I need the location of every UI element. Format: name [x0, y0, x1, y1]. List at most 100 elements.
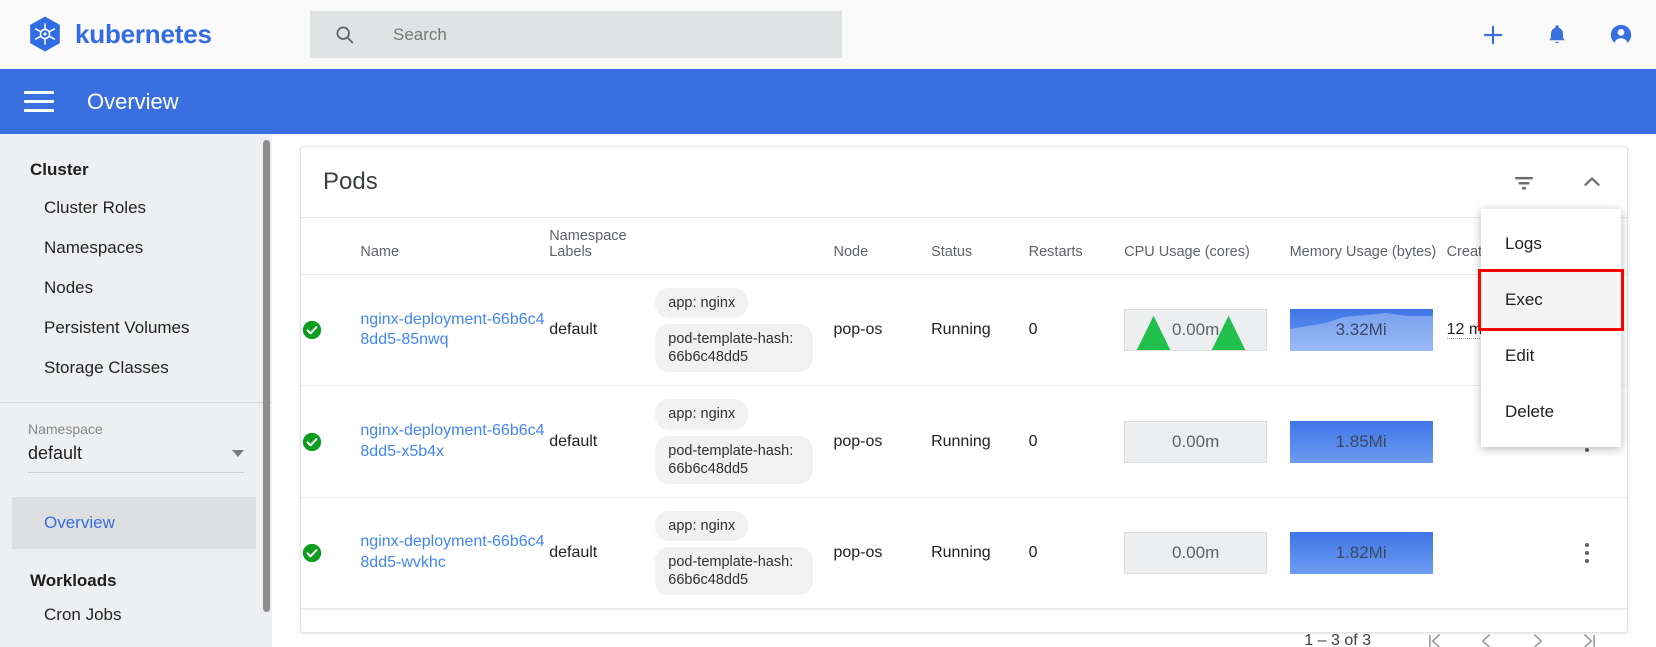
check-circle-icon	[302, 321, 322, 340]
table-header-row: Name Namespace Labels Node Status Restar…	[301, 217, 1627, 275]
cpu-value: 0.00m	[1171, 431, 1220, 451]
pods-card-actions	[1511, 169, 1605, 195]
row-status-cell: Running	[931, 497, 1029, 610]
table-row: nginx-deployment-66b6c48dd5-wvkhc defaul…	[301, 497, 1627, 610]
row-created-cell	[1446, 497, 1564, 610]
chevron-down-icon	[232, 450, 244, 457]
page-title: Overview	[87, 88, 179, 114]
hamburger-menu-icon[interactable]	[24, 91, 54, 112]
first-page-icon[interactable]	[1423, 628, 1445, 647]
label-chip: pod-template-hash: 66b6c48dd5	[655, 435, 814, 484]
col-node: Node	[833, 217, 932, 275]
sidebar-navigation: Cluster Cluster Roles Namespaces Nodes P…	[0, 134, 272, 647]
row-restarts-cell: 0	[1028, 497, 1125, 610]
search-bar[interactable]	[310, 11, 842, 58]
sidebar-item-cron-jobs[interactable]: Cron Jobs	[0, 597, 272, 625]
check-circle-icon	[302, 432, 322, 451]
sidebar-scrollbar[interactable]	[263, 140, 270, 612]
pod-name-link[interactable]: nginx-deployment-66b6c48dd5-x5b4x	[360, 421, 549, 462]
kubernetes-helm-wheel-icon	[30, 16, 60, 52]
plus-icon[interactable]	[1480, 22, 1506, 48]
pod-actions-menu-button[interactable]	[1563, 535, 1611, 571]
row-namespace-cell: default	[549, 385, 656, 498]
col-namespace-spacer	[655, 217, 834, 275]
table-row: nginx-deployment-66b6c48dd5-85nwq defaul…	[301, 274, 1627, 387]
pods-card-title: Pods	[323, 168, 378, 195]
menu-item-delete[interactable]: Delete	[1481, 384, 1621, 440]
row-node-cell: pop-os	[833, 497, 932, 610]
pagination-range: 1 – 3 of 3	[1304, 631, 1371, 647]
row-cpu-cell: 0.00m	[1124, 497, 1290, 610]
row-restarts-cell: 0	[1028, 385, 1125, 498]
row-name-cell: nginx-deployment-66b6c48dd5-wvkhc	[360, 497, 550, 610]
namespace-label: Namespace	[28, 421, 103, 437]
sidebar-heading-cluster: Cluster	[30, 160, 89, 179]
brand-name: kubernetes	[75, 18, 212, 49]
kebab-menu-icon	[1574, 543, 1600, 564]
brand-logo[interactable]: kubernetes	[26, 15, 212, 53]
cpu-value: 0.00m	[1171, 320, 1220, 340]
row-status-icon-cell	[301, 274, 361, 387]
pods-table-head: Name Namespace Labels Node Status Restar…	[301, 217, 1627, 275]
sidebar-item-nodes[interactable]: Nodes	[0, 268, 272, 308]
last-page-icon[interactable]	[1579, 628, 1601, 647]
row-status-icon-cell	[301, 385, 361, 498]
row-memory-cell: 3.32Mi	[1289, 274, 1447, 387]
pod-name-link[interactable]: nginx-deployment-66b6c48dd5-wvkhc	[360, 532, 549, 573]
menu-item-exec[interactable]: Exec	[1478, 269, 1624, 331]
col-name: Name	[360, 217, 550, 275]
row-status-icon-cell	[301, 497, 361, 610]
cpu-value: 0.00m	[1171, 542, 1220, 562]
label-chip: app: nginx	[655, 288, 749, 319]
sidebar-item-overview[interactable]: Overview	[12, 497, 256, 549]
row-labels-cell: app: nginx pod-template-hash: 66b6c48dd5	[655, 385, 834, 498]
label-chip: pod-template-hash: 66b6c48dd5	[655, 324, 814, 373]
row-cpu-cell: 0.00m	[1124, 274, 1290, 387]
row-restarts-cell: 0	[1028, 274, 1125, 387]
sidebar-item-storage-classes[interactable]: Storage Classes	[0, 348, 272, 388]
table-pagination: 1 – 3 of 3	[301, 609, 1627, 647]
sidebar-heading-workloads: Workloads	[30, 571, 117, 590]
col-restarts: Restarts	[1028, 217, 1125, 275]
row-actions-cell	[1563, 497, 1627, 610]
col-status-icon	[301, 217, 361, 275]
row-namespace-cell: default	[549, 274, 656, 387]
next-page-icon[interactable]	[1527, 628, 1549, 647]
memory-value: 1.82Mi	[1335, 542, 1387, 562]
row-labels-cell: app: nginx pod-template-hash: 66b6c48dd5	[655, 274, 834, 387]
pod-name-link[interactable]: nginx-deployment-66b6c48dd5-85nwq	[360, 310, 549, 351]
col-cpu-usage: CPU Usage (cores)	[1124, 217, 1290, 275]
search-input[interactable]	[393, 24, 813, 45]
row-name-cell: nginx-deployment-66b6c48dd5-85nwq	[360, 274, 550, 387]
cpu-sparkline: 0.00m	[1124, 531, 1268, 574]
filter-list-icon[interactable]	[1511, 169, 1537, 195]
memory-sparkline: 3.32Mi	[1289, 309, 1433, 352]
namespace-select[interactable]: default	[28, 443, 244, 473]
row-status-cell: Running	[931, 385, 1029, 498]
col-status: Status	[931, 217, 1029, 275]
page-header-bar: Overview	[0, 69, 1656, 134]
col-namespace-labels: Namespace Labels	[549, 217, 656, 275]
memory-sparkline: 1.82Mi	[1289, 531, 1433, 574]
bell-icon[interactable]	[1544, 22, 1570, 48]
col-memory-usage: Memory Usage (bytes)	[1289, 217, 1447, 275]
top-app-bar: kubernetes	[0, 0, 1656, 69]
sidebar-item-namespaces[interactable]: Namespaces	[0, 228, 272, 268]
memory-value: 3.32Mi	[1335, 320, 1387, 340]
pods-table-body: nginx-deployment-66b6c48dd5-85nwq defaul…	[301, 274, 1627, 610]
chevron-up-icon[interactable]	[1579, 169, 1605, 195]
sidebar-item-cluster-roles[interactable]: Cluster Roles	[0, 188, 272, 228]
row-node-cell: pop-os	[833, 274, 932, 387]
sidebar-item-persistent-volumes[interactable]: Persistent Volumes	[0, 308, 272, 348]
menu-item-edit[interactable]: Edit	[1481, 328, 1621, 384]
previous-page-icon[interactable]	[1475, 628, 1497, 647]
pods-card-header: Pods	[301, 147, 1627, 217]
account-circle-icon[interactable]	[1608, 22, 1634, 48]
row-labels-cell: app: nginx pod-template-hash: 66b6c48dd5	[655, 497, 834, 610]
cpu-sparkline: 0.00m	[1124, 420, 1268, 463]
menu-item-logs[interactable]: Logs	[1481, 216, 1621, 272]
row-namespace-cell: default	[549, 497, 656, 610]
pods-card: Pods Name Namespace Labels Node Status R…	[300, 146, 1628, 647]
row-memory-cell: 1.85Mi	[1289, 385, 1447, 498]
row-status-cell: Running	[931, 274, 1029, 387]
